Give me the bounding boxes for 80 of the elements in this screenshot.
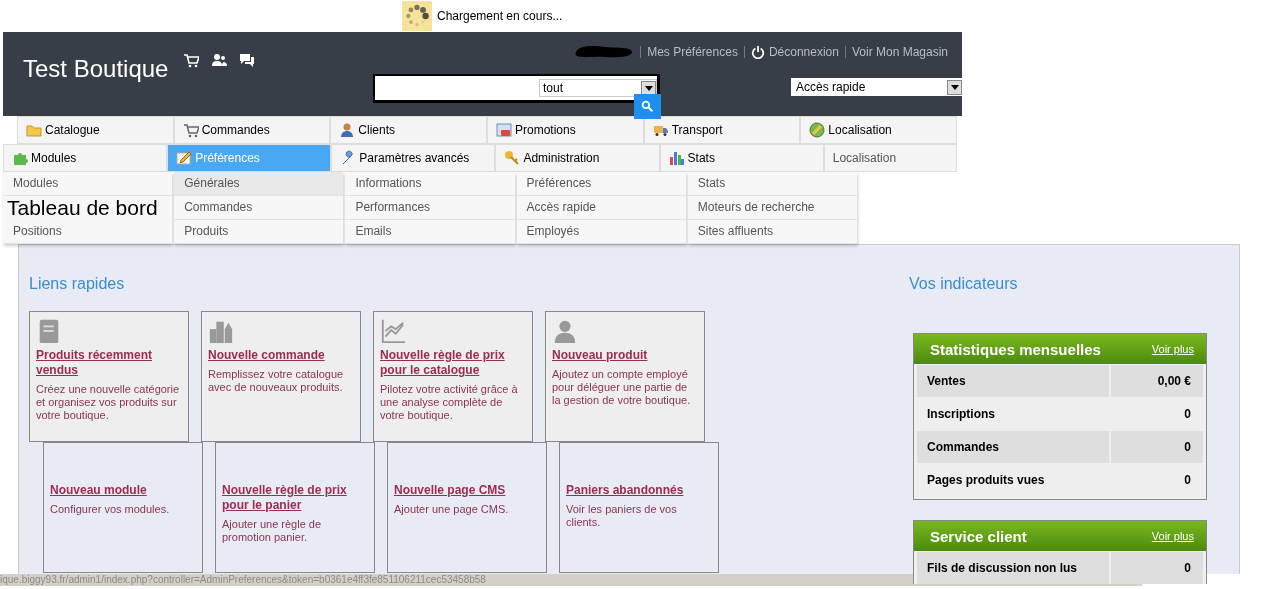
card-link[interactable]: Nouvelle page CMS: [394, 483, 540, 498]
card-description: Ajoutez un compte employé pour déléguer une partie de la gestion de votre boutique.: [552, 368, 692, 407]
quick-link-card[interactable]: Nouvelle commande Remplissez votre catalogue avec de nouveaux produits.: [201, 311, 361, 442]
table-cell-text: 0: [1183, 473, 1192, 487]
table-cell: Pages produits vues: [917, 464, 1111, 496]
panel-title: Service client: [930, 527, 1027, 545]
line-chart-icon: [380, 318, 406, 344]
header-link[interactable]: Déconnexion: [768, 45, 839, 59]
person-icon: [339, 122, 356, 138]
menu-tab[interactable]: Localisation: [823, 144, 957, 172]
submenu-item[interactable]: Moteurs de recherche: [687, 196, 857, 220]
menu-tab[interactable]: Stats: [659, 144, 824, 172]
submenu-item[interactable]: Stats: [687, 172, 857, 196]
quick-access-select[interactable]: Accès rapide: [791, 78, 962, 96]
submenu-item[interactable]: Générales: [174, 172, 344, 196]
header-link[interactable]: Mes Préférences: [647, 45, 738, 59]
shop-title: Test Boutique: [22, 55, 170, 83]
cart-icon: [182, 122, 199, 138]
menu-tab[interactable]: Clients: [330, 116, 487, 144]
globe-icon: [809, 122, 826, 138]
panel-title: Statistiques mensuelles: [930, 340, 1101, 358]
redaction-mark: [574, 44, 635, 60]
submenu-item[interactable]: Informations: [345, 172, 515, 196]
quick-link-card[interactable]: Paniers abandonnés Voir les paniers de vos clients.: [559, 442, 719, 573]
card-link[interactable]: Produits récemment vendus: [36, 348, 182, 378]
card-description: Configurer vos modules.: [50, 503, 171, 516]
search-icon: [641, 100, 654, 113]
card-link[interactable]: Nouveau produit: [552, 348, 698, 363]
quick-link-card[interactable]: Nouvelle règle de prix pour le catalogue Pilotez votre activité grâce à une analyse complète de votre boutique.: [373, 311, 533, 442]
menu-tab[interactable]: Catalogue: [17, 116, 174, 144]
card-link[interactable]: Nouvelle commande: [208, 348, 354, 363]
quick-link-card[interactable]: Nouveau module Configurer vos modules.: [43, 442, 203, 573]
header-link[interactable]: Voir Mon Magasin: [851, 45, 948, 59]
bar-chart-icon: [668, 150, 685, 166]
quick-link-card[interactable]: Nouvelle règle de prix pour le panier Ajouter une règle de promotion panier.: [215, 442, 375, 573]
user-icon: [552, 318, 578, 344]
card-link[interactable]: Nouveau module: [50, 483, 196, 498]
table-cell-text: 0: [1183, 440, 1192, 454]
status-url: ique.biggy93.fr/admin1/index.php?controller=AdminPreferences&token=b0361e4ff3fe851106211cec53458b58: [0, 574, 486, 586]
table-cell-text: 0,00 €: [1156, 374, 1192, 388]
users-icon[interactable]: [211, 52, 227, 68]
submenu-item[interactable]: Préférences: [516, 172, 686, 196]
submenu-item[interactable]: Modules: [3, 172, 173, 196]
card-description: Ajouter une page CMS.: [394, 503, 510, 516]
menu-tab[interactable]: Modules: [3, 144, 168, 172]
quick-link-card[interactable]: Nouvelle page CMS Ajouter une page CMS.: [387, 442, 547, 573]
card-description: Pilotez votre activité grâce à une analyse complète de votre boutique.: [380, 383, 519, 422]
cart-icon[interactable]: [183, 52, 199, 68]
menu-tab[interactable]: Promotions: [487, 116, 644, 144]
card-description: Ajouter une règle de promotion panier.: [222, 518, 323, 544]
card-description: Voir les paniers de vos clients.: [566, 503, 678, 529]
submenu-item[interactable]: Accès rapide: [516, 196, 686, 220]
table-cell-text: 0: [1183, 407, 1192, 421]
section-title: Vos indicateurs: [909, 275, 1019, 294]
section-title: Liens rapides: [29, 275, 126, 294]
menu-tab[interactable]: Transport: [643, 116, 801, 144]
power-icon[interactable]: [750, 45, 765, 59]
page-title: Tableau de bord: [6, 196, 159, 220]
loading-text: Chargement en cours...: [437, 9, 563, 23]
menu-tab[interactable]: Localisation: [800, 116, 958, 144]
search-button[interactable]: [634, 94, 661, 119]
card-link[interactable]: Paniers abandonnés: [566, 483, 712, 498]
puzzle-icon: [12, 150, 28, 166]
key-icon: [504, 150, 521, 166]
quick-link-card[interactable]: Nouveau produit Ajoutez un compte employé pour déléguer une partie de la gestion de votre boutique.: [545, 311, 705, 442]
card-link[interactable]: Nouvelle règle de prix pour le catalogue: [380, 348, 526, 378]
submenu-item[interactable]: Performances: [345, 196, 515, 220]
folder-icon: [26, 122, 42, 138]
table-cell-text: 0: [1183, 561, 1192, 575]
quick-link-card[interactable]: Produits récemment vendus Créez une nouvelle catégorie et organisez vos produits sur votre boutique.: [29, 311, 189, 442]
search-field[interactable]: tout: [373, 74, 660, 103]
chat-icon[interactable]: [239, 52, 255, 68]
pencil-icon: [176, 150, 193, 166]
card-description: Remplissez votre catalogue avec de nouveaux produits.: [208, 368, 345, 394]
card-link[interactable]: Nouvelle règle de prix pour le panier: [222, 483, 368, 513]
menu-tab[interactable]: Commandes: [173, 116, 331, 144]
submenu-item[interactable]: Commandes: [174, 196, 344, 220]
card-description: Créez une nouvelle catégorie et organisez vos produits sur votre boutique.: [36, 383, 181, 422]
menu-tab[interactable]: Administration: [495, 144, 660, 172]
menu-tab[interactable]: Paramètres avancés: [331, 144, 496, 172]
